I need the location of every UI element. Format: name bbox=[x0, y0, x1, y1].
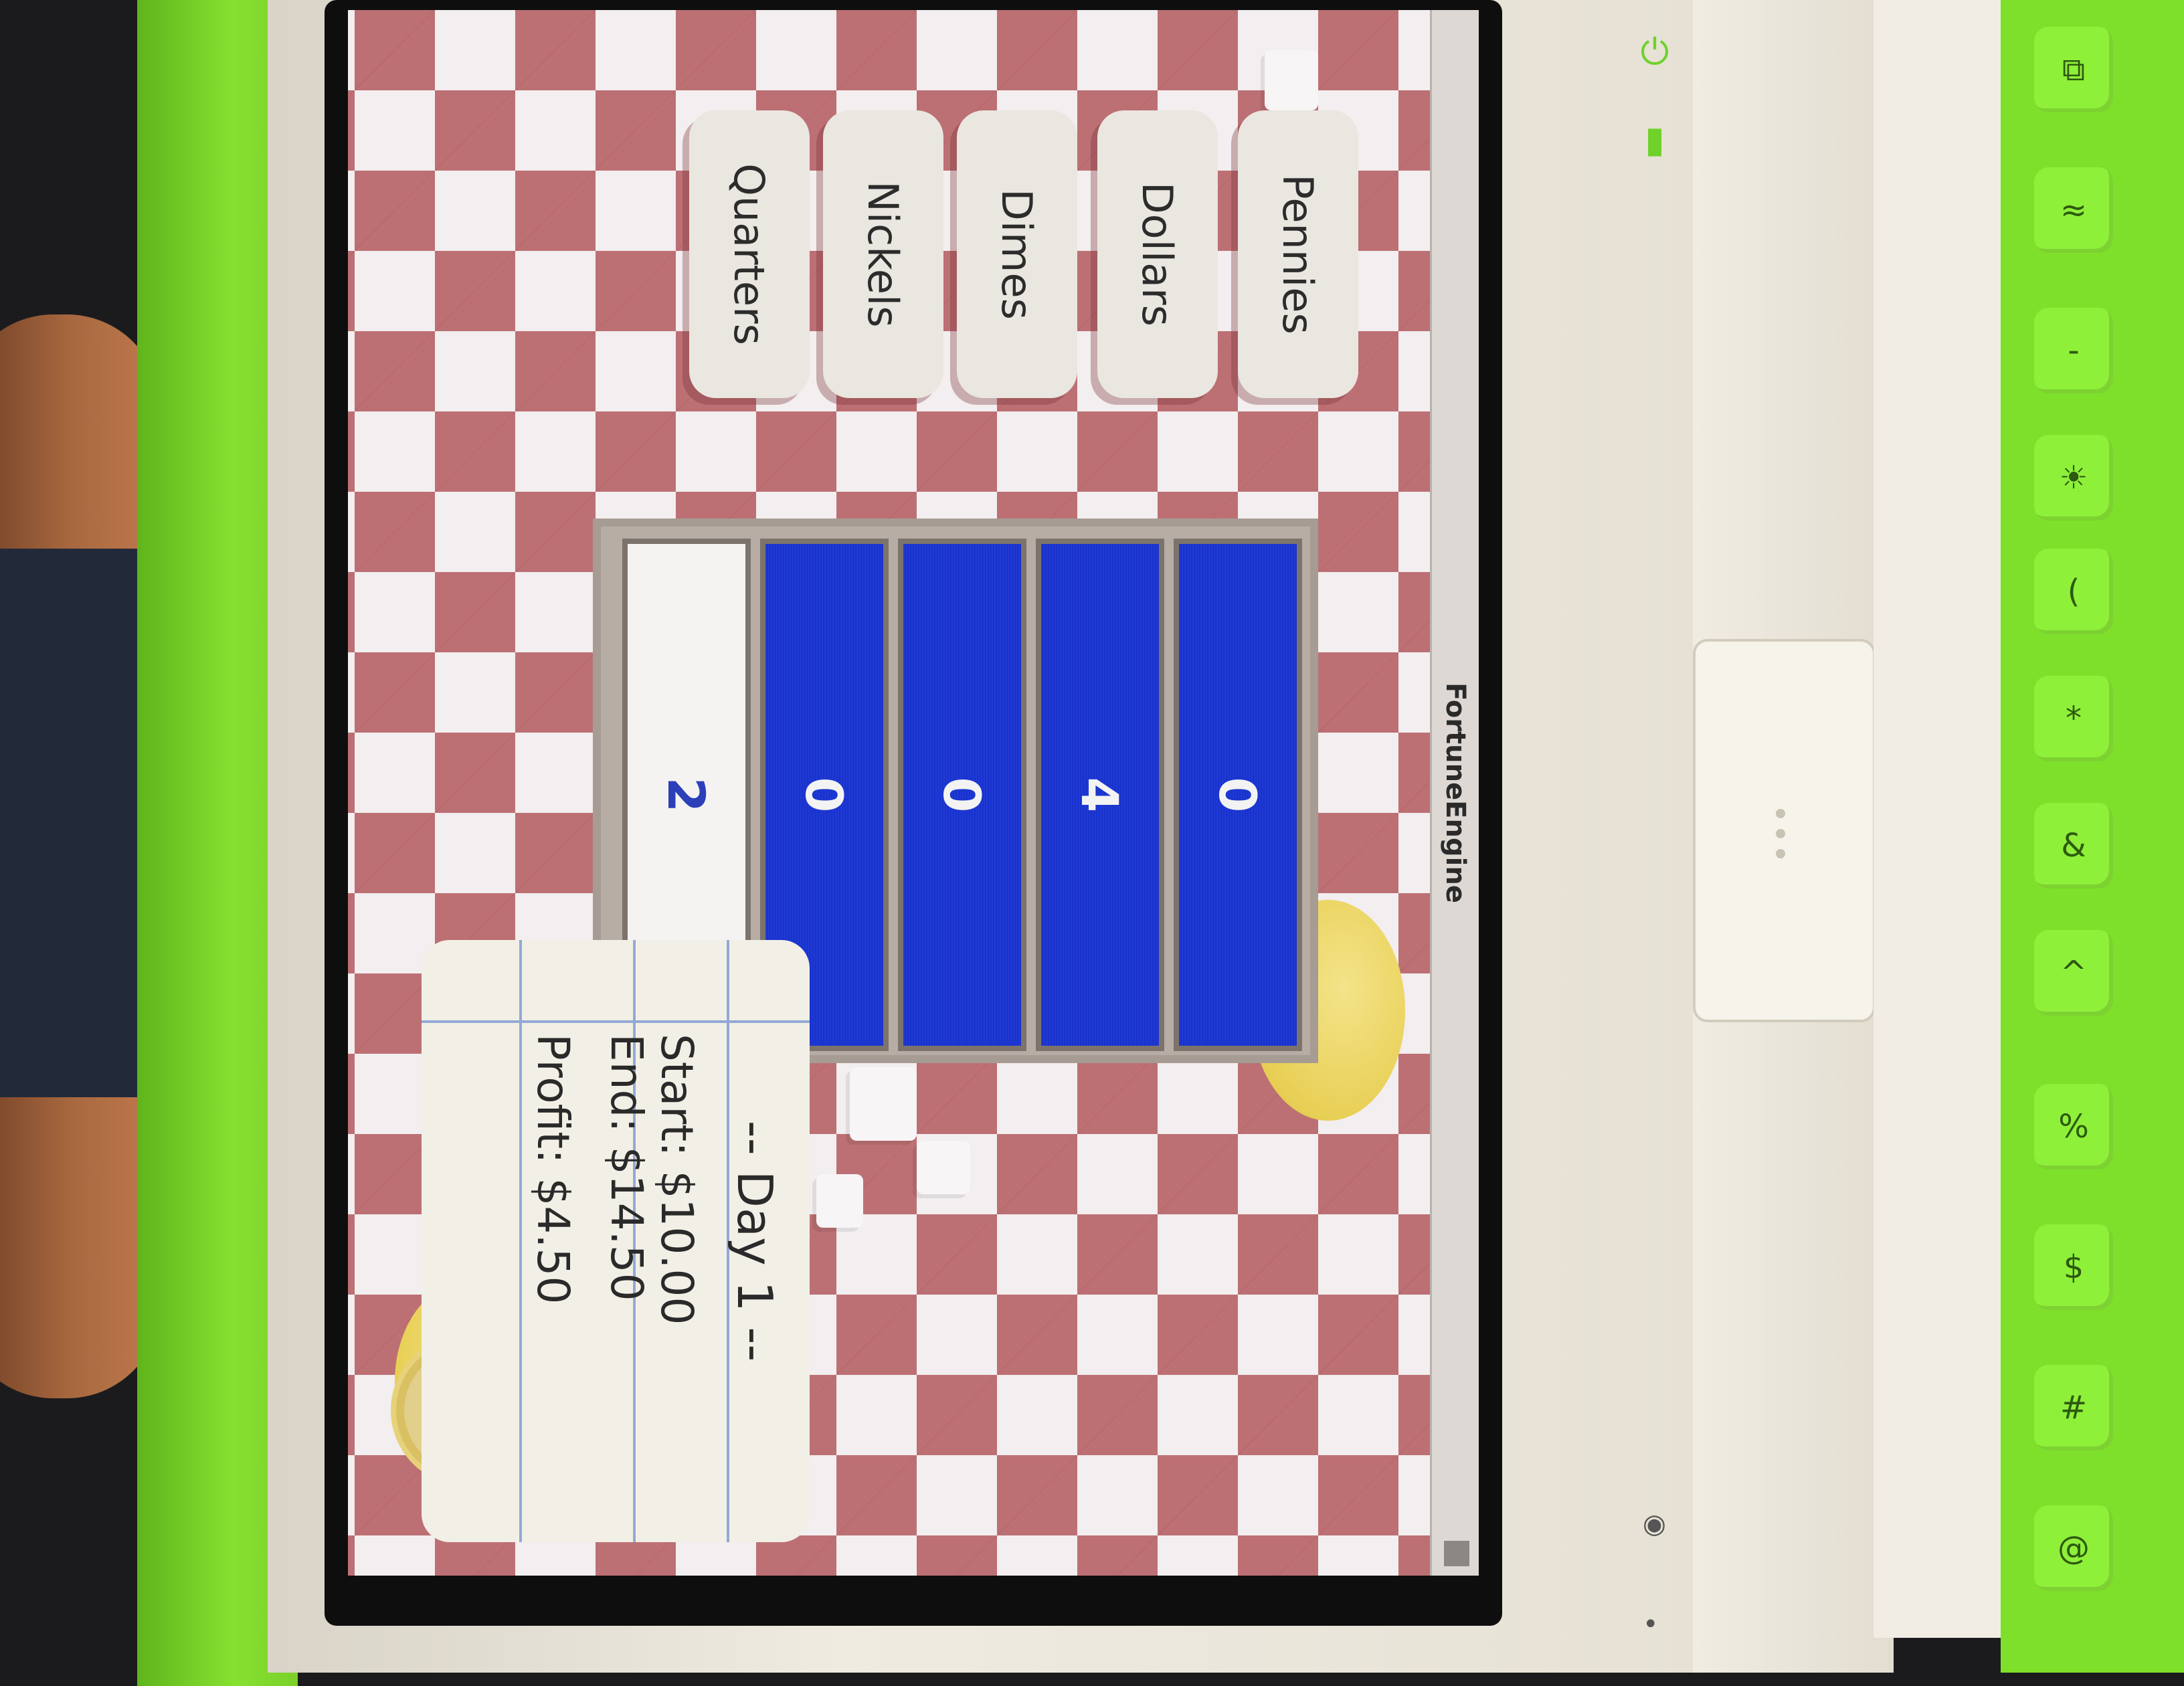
pennies-button[interactable]: Pennies bbox=[1238, 110, 1358, 398]
key: & bbox=[2034, 803, 2113, 888]
game-window: FortuneEngine Pennies Dollars Dimes Nick… bbox=[348, 10, 1479, 1576]
profit-amount: Profit: $4.50 bbox=[527, 1034, 579, 1305]
ice-cube-icon bbox=[917, 1141, 970, 1194]
key: ( bbox=[2034, 549, 2113, 634]
key: ^ bbox=[2034, 930, 2113, 1016]
window-title: FortuneEngine bbox=[1440, 682, 1471, 903]
key: $ bbox=[2034, 1224, 2113, 1310]
day-label: -- Day 1 -- bbox=[727, 1120, 783, 1362]
quarters-button[interactable]: Quarters bbox=[689, 110, 810, 398]
end-amount: End: $14.50 bbox=[601, 1034, 652, 1301]
coin-buttons: Pennies Dollars Dimes Nickels Quarters bbox=[649, 110, 1385, 485]
start-amount: Start: $10.00 bbox=[651, 1034, 703, 1325]
key: % bbox=[2034, 1084, 2113, 1169]
day-summary-note: -- Day 1 -- Start: $10.00 End: $14.50 Pr… bbox=[422, 940, 810, 1542]
laptop-screen: FortuneEngine Pennies Dollars Dimes Nick… bbox=[325, 0, 1502, 1626]
hinge-tab bbox=[1693, 639, 1876, 1022]
dimes-button[interactable]: Dimes bbox=[957, 110, 1077, 398]
dollars-count: 4 bbox=[1036, 539, 1164, 1051]
pennies-count: 0 bbox=[1174, 539, 1302, 1051]
nickels-button[interactable]: Nickels bbox=[823, 110, 943, 398]
key: # bbox=[2034, 1365, 2113, 1450]
key: ⧉ bbox=[2034, 27, 2113, 112]
key: - bbox=[2034, 308, 2113, 393]
keyboard-edge bbox=[1874, 0, 2001, 1638]
ice-cube-icon bbox=[1265, 50, 1318, 110]
key: ☀ bbox=[2034, 435, 2113, 521]
power-icon: ⏻ bbox=[1640, 31, 1669, 73]
dollars-button[interactable]: Dollars bbox=[1097, 110, 1218, 398]
microphone-icon: ◉ bbox=[1643, 1509, 1666, 1539]
window-corner-button[interactable] bbox=[1444, 1541, 1469, 1566]
window-titlebar: FortuneEngine bbox=[1430, 10, 1479, 1576]
key: ≈ bbox=[2034, 167, 2113, 253]
dimes-count: 0 bbox=[898, 539, 1026, 1051]
key: @ bbox=[2034, 1505, 2113, 1591]
battery-icon: ▮ bbox=[1645, 118, 1665, 161]
ice-cube-icon bbox=[816, 1174, 863, 1228]
key: * bbox=[2034, 676, 2113, 761]
camera-icon: • bbox=[1643, 1609, 1659, 1640]
person-shirt bbox=[0, 549, 154, 1097]
ice-cube-icon bbox=[850, 1067, 917, 1141]
